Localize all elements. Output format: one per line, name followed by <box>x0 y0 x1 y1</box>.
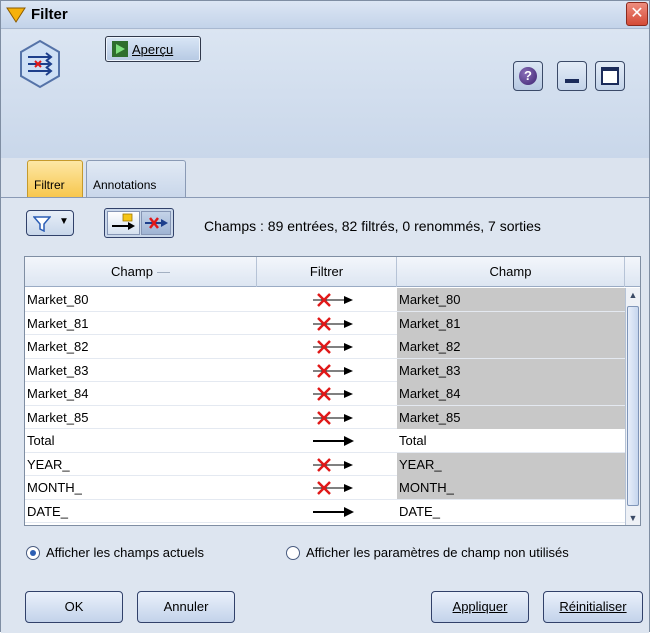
show-current-label: Afficher les champs actuels <box>46 545 204 560</box>
play-icon <box>112 41 128 57</box>
filter-node-hex-icon <box>20 39 60 89</box>
table-row[interactable]: Market_81 Market_81 <box>25 311 625 335</box>
filtered-arrow-icon <box>313 340 353 354</box>
chevron-down-icon: ▼ <box>59 216 69 227</box>
tab-filtrer[interactable]: Filtrer <box>27 160 83 198</box>
input-field-name: MONTH_ <box>27 480 82 495</box>
grid-rows: Market_80 Market_80 Market_81 Market_81 Mark… <box>25 288 625 523</box>
output-field-name[interactable]: Market_81 <box>397 311 625 335</box>
input-field-name: Market_80 <box>27 292 89 307</box>
header-input-field[interactable]: Champ — <box>25 257 257 287</box>
filtered-arrow-icon <box>313 387 353 401</box>
input-field-name: DATE_ <box>27 503 68 519</box>
output-field-name[interactable]: DATE_ <box>397 500 625 523</box>
table-row[interactable]: YEAR_ YEAR_ <box>25 452 625 476</box>
filter-toggle-cell[interactable] <box>257 476 397 499</box>
vertical-scrollbar[interactable]: ▲ ▼ <box>625 288 640 525</box>
table-row[interactable]: Market_82 Market_82 <box>25 335 625 359</box>
header-input-label: Champ <box>111 264 153 279</box>
field-grid: Champ — Filtrer Champ Market_80 Market_80 M… <box>24 256 641 526</box>
output-field-name[interactable]: MONTH_ <box>397 476 625 499</box>
filtered-arrow-icon <box>313 293 353 307</box>
table-row[interactable]: Market_85 Market_85 <box>25 405 625 429</box>
table-row[interactable]: Market_83 Market_83 <box>25 358 625 382</box>
table-row[interactable]: DATE_ DATE_ <box>25 500 625 523</box>
output-field-name[interactable]: Market_84 <box>397 382 625 405</box>
cancel-button[interactable]: Annuler <box>137 591 235 623</box>
minimize-button[interactable] <box>557 61 587 91</box>
input-field-name: YEAR_ <box>27 456 70 472</box>
filter-toggle-cell[interactable] <box>257 429 397 452</box>
ok-button[interactable]: OK <box>25 591 123 623</box>
pass-arrow-icon <box>313 436 354 446</box>
filter-mode-toggle <box>104 208 174 238</box>
output-field-name[interactable]: Market_83 <box>397 358 625 382</box>
funnel-icon <box>33 216 51 232</box>
sort-indicator-icon: — <box>156 264 170 279</box>
input-field-name: Market_83 <box>27 362 89 378</box>
filter-node-icon <box>6 7 26 23</box>
maximize-icon <box>601 67 619 85</box>
output-field-name[interactable]: Market_85 <box>397 405 625 429</box>
pass-all-button[interactable] <box>107 211 140 235</box>
filter-toggle-cell[interactable] <box>257 500 397 523</box>
table-row[interactable]: Total Total <box>25 429 625 453</box>
arrow-pass-icon <box>112 213 135 230</box>
show-current-radio[interactable] <box>26 546 40 560</box>
maximize-button[interactable] <box>595 61 625 91</box>
minimize-icon <box>565 79 579 83</box>
fields-summary: Champs : 89 entrées, 82 filtrés, 0 renom… <box>204 218 541 234</box>
header-filter[interactable]: Filtrer <box>257 257 397 287</box>
show-unused-radio[interactable] <box>286 546 300 560</box>
filter-options-button[interactable]: ▼ <box>26 210 74 236</box>
input-field-name: Market_85 <box>27 409 89 425</box>
reset-button[interactable]: Réinitialiser <box>543 591 643 623</box>
output-field-name[interactable]: Market_82 <box>397 335 625 358</box>
filter-toggle-cell[interactable] <box>257 406 397 429</box>
output-field-name[interactable]: YEAR_ <box>397 452 625 476</box>
scroll-down-icon[interactable]: ▼ <box>626 511 640 525</box>
toolbar <box>1 30 649 158</box>
output-field-name[interactable]: Total <box>397 429 625 452</box>
header-output-field[interactable]: Champ <box>397 257 625 287</box>
output-field-name[interactable]: Market_80 <box>397 288 625 311</box>
filter-dialog: Filter ✕ Aperçu ? Filtrer Annotations ▼ … <box>0 0 650 633</box>
filter-toggle-cell[interactable] <box>257 312 397 335</box>
show-unused-label: Afficher les paramètres de champ non uti… <box>306 545 569 560</box>
close-button[interactable]: ✕ <box>626 2 648 26</box>
discard-all-button[interactable] <box>141 211 171 235</box>
grid-header: Champ — Filtrer Champ <box>25 257 640 287</box>
filtered-arrow-icon <box>313 410 353 425</box>
filter-toggle-cell[interactable] <box>257 382 397 405</box>
filtered-arrow-icon <box>313 481 353 495</box>
input-field-name: Market_81 <box>27 315 89 331</box>
title-bar: Filter ✕ <box>1 1 649 29</box>
apply-button[interactable]: Appliquer <box>431 591 529 623</box>
filter-toggle-cell[interactable] <box>257 453 397 476</box>
pass-arrow-icon <box>313 506 354 517</box>
filtered-arrow-icon <box>313 457 353 472</box>
preview-label: Aperçu <box>132 42 174 57</box>
input-field-name: Market_82 <box>27 339 89 354</box>
window-title: Filter <box>31 6 68 23</box>
filtered-arrow-icon <box>313 363 353 378</box>
tab-annotations[interactable]: Annotations <box>86 160 186 198</box>
table-row[interactable]: MONTH_ MONTH_ <box>25 476 625 500</box>
input-field-name: Total <box>27 433 55 448</box>
filtered-arrow-icon <box>313 316 353 331</box>
scroll-thumb[interactable] <box>627 306 639 506</box>
help-button[interactable]: ? <box>513 61 543 91</box>
preview-button[interactable]: Aperçu <box>105 36 201 62</box>
filter-toggle-cell[interactable] <box>257 288 397 311</box>
scroll-up-icon[interactable]: ▲ <box>626 288 640 302</box>
filter-toggle-cell[interactable] <box>257 335 397 358</box>
table-row[interactable]: Market_80 Market_80 <box>25 288 625 312</box>
arrow-discard-icon <box>145 217 168 229</box>
filter-toggle-cell[interactable] <box>257 359 397 382</box>
help-icon: ? <box>519 67 537 85</box>
input-field-name: Market_84 <box>27 386 89 401</box>
table-row[interactable]: Market_84 Market_84 <box>25 382 625 406</box>
